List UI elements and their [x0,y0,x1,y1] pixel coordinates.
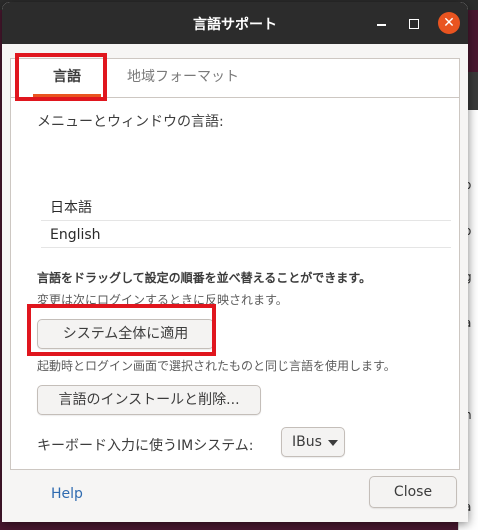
language-list-item[interactable]: English [41,222,451,248]
chevron-down-icon [328,440,338,446]
maximize-button[interactable] [404,14,424,34]
close-window-button[interactable]: ✕ [438,12,460,34]
close-icon: ✕ [443,15,455,31]
help-button[interactable]: Help [51,486,83,502]
drag-hint-text: 言語をドラッグして設定の順番を並べ替えることができます。 [37,271,372,285]
close-button[interactable]: Close [369,476,457,508]
language-list-item[interactable]: 日本語 [41,195,451,221]
im-system-label: キーボード入力に使うIMシステム: [37,438,254,454]
im-system-value: IBus [292,434,322,450]
tab-notebook: 言語 地域フォーマット メニューとウィンドウの言語: 日本語 English 言… [10,58,460,470]
apply-note-text: 起動時とログイン画面で選択されたものと同じ言語を使用します。 [37,359,396,373]
im-system-select[interactable]: IBus [281,427,345,457]
language-list: 日本語 English [41,195,451,249]
highlight-box-language-tab [15,53,107,101]
minimize-button[interactable] [372,14,392,34]
highlight-box-apply-button [27,304,216,356]
tab-regional-formats[interactable]: 地域フォーマット [115,59,251,97]
language-support-window: 言語サポート ✕ 言語 地域フォーマット メニューとウィンドウの言語: 日本語 … [2,2,468,522]
titlebar: 言語サポート ✕ [2,2,468,44]
install-remove-languages-button[interactable]: 言語のインストールと削除... [37,385,261,415]
window-title: 言語サポート [193,17,277,33]
menu-language-label: メニューとウィンドウの言語: [37,114,224,130]
